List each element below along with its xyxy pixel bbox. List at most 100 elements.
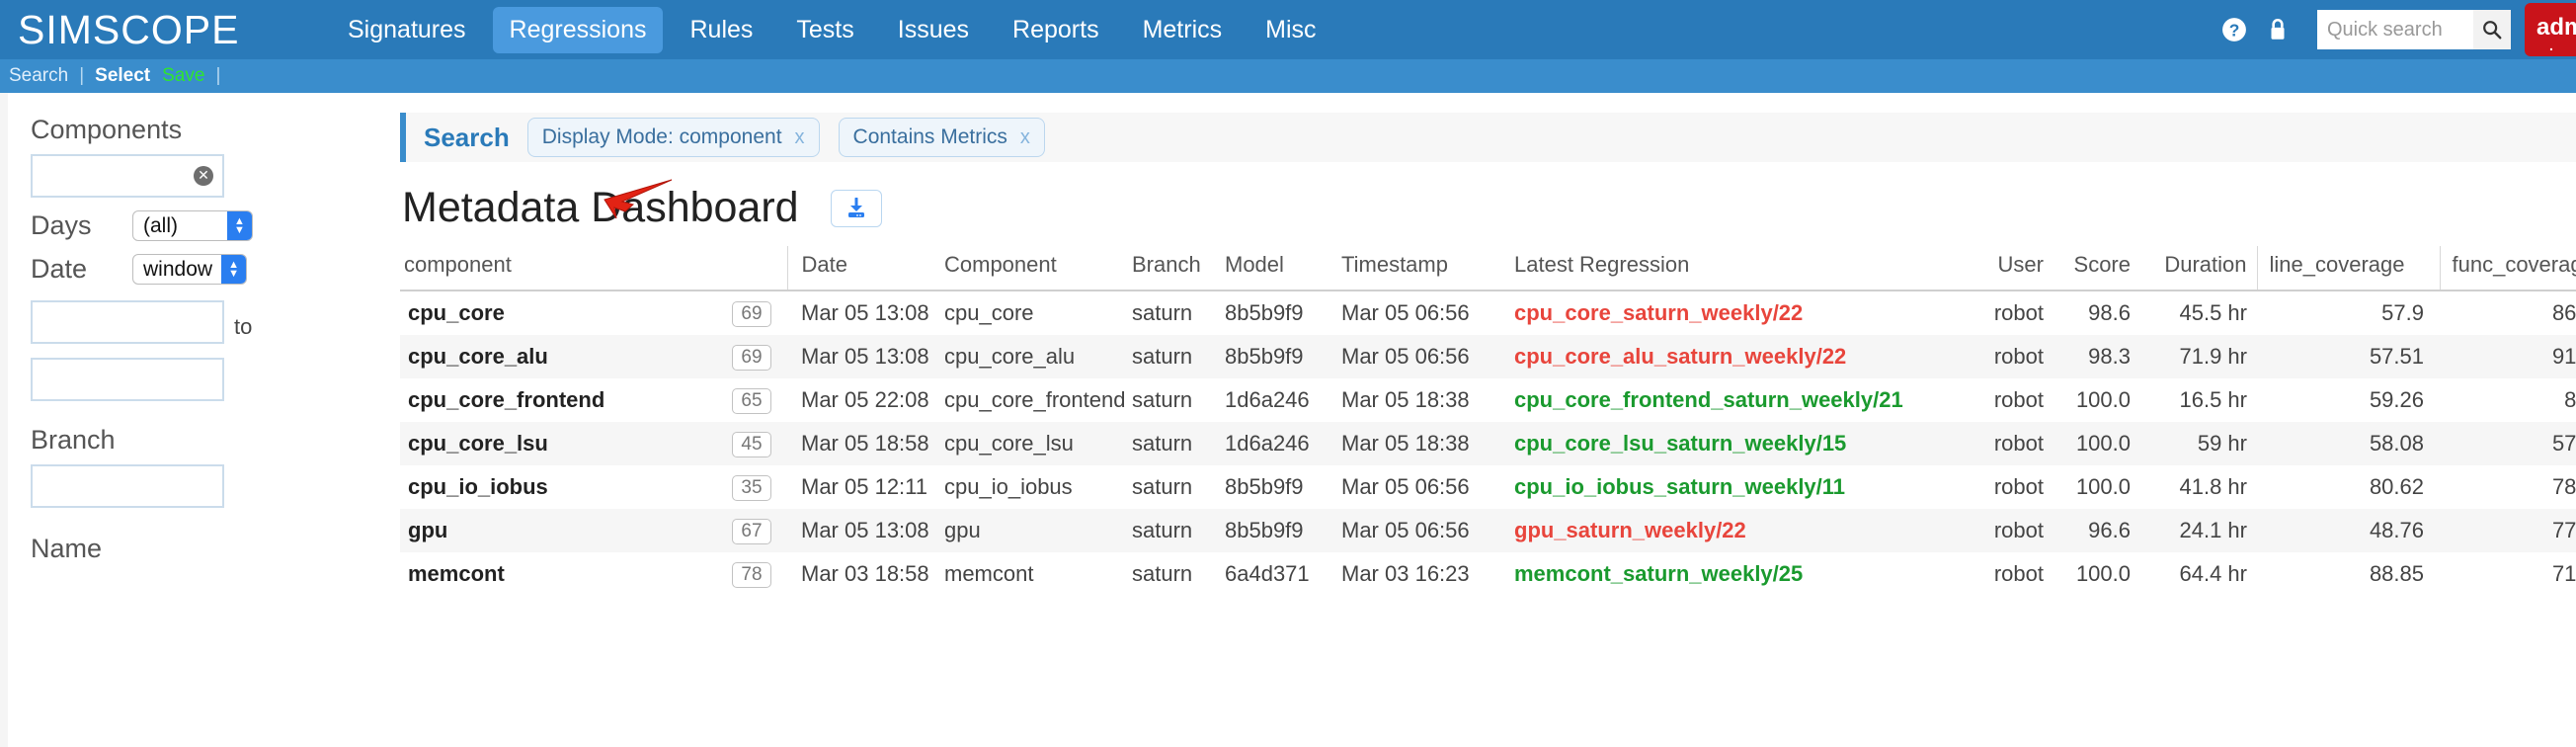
cell-user: robot	[1993, 387, 2044, 412]
date-from-input[interactable]	[31, 300, 224, 344]
components-input[interactable]: ✕	[31, 154, 224, 198]
cell-user: robot	[1993, 344, 2044, 369]
cell-latest-regression-link[interactable]: cpu_core_saturn_weekly/22	[1514, 300, 1803, 325]
date-mode-select[interactable]: window ▲ ▼	[132, 254, 248, 285]
th-func-coverage[interactable]: func_coverage	[2439, 246, 2576, 291]
cell-func-coverage: 81.1	[2564, 387, 2576, 412]
th-timestamp[interactable]: Timestamp	[1337, 246, 1510, 291]
th-component2[interactable]: Component	[940, 246, 1128, 291]
th-line-coverage[interactable]: line_coverage	[2256, 246, 2440, 291]
date-to-input[interactable]	[31, 358, 224, 401]
th-model[interactable]: Model	[1221, 246, 1337, 291]
cell-date: Mar 05 22:08	[801, 387, 929, 412]
download-button[interactable]	[830, 189, 882, 227]
cell-latest-regression-link[interactable]: cpu_core_lsu_saturn_weekly/15	[1514, 431, 1846, 456]
cell-component: memcont	[408, 561, 505, 586]
table-row[interactable]: cpu_core_frontend 65 Mar 05 22:08 cpu_core_…	[400, 378, 2576, 422]
filter-sidebar: Components ✕ Days (all) ▲ ▼ Date window ▲…	[0, 93, 400, 747]
cell-func-coverage: 57.32	[2551, 431, 2576, 456]
date-mode-value: window	[143, 257, 213, 281]
cell-latest-regression-link[interactable]: cpu_core_alu_saturn_weekly/22	[1514, 344, 1846, 369]
svg-text:?: ?	[2229, 21, 2240, 41]
th-count[interactable]	[726, 246, 788, 291]
th-branch[interactable]: Branch	[1128, 246, 1221, 291]
lock-icon[interactable]	[2256, 17, 2299, 42]
th-duration[interactable]: Duration	[2140, 246, 2257, 291]
admin-user-button[interactable]: adm .	[2525, 3, 2576, 56]
subnav-separator-1: |	[79, 65, 85, 86]
nav-item-rules[interactable]: Rules	[673, 7, 769, 53]
cell-line-coverage: 58.08	[2369, 431, 2424, 456]
cell-user: robot	[1993, 518, 2044, 542]
th-latest-regression[interactable]: Latest Regression	[1510, 246, 1965, 291]
th-score[interactable]: Score	[2053, 246, 2140, 291]
question-mark-circle-icon[interactable]: ?	[2213, 17, 2256, 42]
th-component[interactable]: component	[400, 246, 726, 291]
cell-model: 1d6a246	[1225, 431, 1310, 456]
subnav-save[interactable]: Save	[162, 65, 204, 87]
cell-component: cpu_core_lsu	[408, 431, 548, 456]
cell-latest-regression-link[interactable]: gpu_saturn_weekly/22	[1514, 518, 1746, 542]
filter-chip-contains-metrics[interactable]: Contains Metrics x	[838, 118, 1045, 157]
th-date[interactable]: Date	[787, 246, 940, 291]
th-user[interactable]: User	[1965, 246, 2053, 291]
sub-navbar: Search | Select Save |	[0, 59, 2576, 93]
nav-item-reports[interactable]: Reports	[996, 7, 1116, 53]
branch-input[interactable]	[31, 464, 224, 508]
magnifier-icon[interactable]	[2473, 10, 2511, 49]
clear-icon[interactable]: ✕	[194, 166, 213, 186]
quick-search	[2317, 10, 2511, 49]
table-row[interactable]: cpu_io_iobus 35 Mar 05 12:11 cpu_io_iobus sa…	[400, 465, 2576, 509]
nav-item-metrics[interactable]: Metrics	[1126, 7, 1240, 53]
cell-duration: 71.9 hr	[2179, 344, 2248, 369]
cell-score: 98.3	[2088, 344, 2131, 369]
cell-component: cpu_core	[408, 300, 505, 325]
cell-user: robot	[1993, 431, 2044, 456]
table-row[interactable]: gpu 67 Mar 05 13:08 gpu saturn 8b5b9f9 Mar 05 …	[400, 509, 2576, 552]
nav-item-signatures[interactable]: Signatures	[331, 7, 483, 53]
table-row[interactable]: cpu_core_lsu 45 Mar 05 18:58 cpu_core_lsu sa…	[400, 422, 2576, 465]
cell-func-coverage: 77.53	[2551, 518, 2576, 542]
cell-model: 8b5b9f9	[1225, 300, 1304, 325]
download-icon	[847, 197, 864, 217]
cell-score: 100.0	[2075, 561, 2131, 586]
nav-item-misc[interactable]: Misc	[1248, 7, 1332, 53]
date-label: Date	[31, 254, 88, 284]
chip-text: Contains Metrics	[852, 125, 1007, 148]
cell-line-coverage: 59.26	[2369, 387, 2424, 412]
nav-item-regressions[interactable]: Regressions	[492, 6, 664, 53]
cell-duration: 24.1 hr	[2179, 518, 2248, 542]
cell-latest-regression-link[interactable]: cpu_core_frontend_saturn_weekly/21	[1514, 387, 1903, 412]
nav-item-tests[interactable]: Tests	[779, 7, 870, 53]
cell-branch: saturn	[1132, 561, 1193, 586]
subnav-select[interactable]: Select	[95, 65, 150, 87]
cell-timestamp: Mar 05 18:38	[1341, 387, 1470, 412]
cell-func-coverage: 71.48	[2551, 561, 2576, 586]
cell-line-coverage: 80.62	[2369, 474, 2424, 499]
dashboard-title-row: Metadata Dashboard	[400, 162, 2576, 246]
cell-component2: cpu_io_iobus	[944, 474, 1073, 499]
cell-timestamp: Mar 05 06:56	[1341, 518, 1470, 542]
filter-chip-display-mode[interactable]: Display Mode: component x	[526, 118, 820, 157]
brand-logo[interactable]: SIMSCOPE	[0, 7, 326, 53]
chip-close-icon[interactable]: x	[1020, 126, 1030, 149]
cell-func-coverage: 78.82	[2551, 474, 2576, 499]
table-row[interactable]: cpu_core_alu 69 Mar 05 13:08 cpu_core_alu sa…	[400, 335, 2576, 378]
cell-date: Mar 05 12:11	[801, 474, 928, 499]
chip-close-icon[interactable]: x	[795, 126, 805, 149]
date-row: Date window ▲ ▼	[0, 254, 400, 285]
cell-timestamp: Mar 05 06:56	[1341, 344, 1470, 369]
cell-date: Mar 05 13:08	[801, 300, 929, 325]
nav-item-issues[interactable]: Issues	[881, 7, 986, 53]
cell-latest-regression-link[interactable]: memcont_saturn_weekly/25	[1514, 561, 1803, 586]
search-input[interactable]	[2317, 10, 2473, 49]
cell-latest-regression-link[interactable]: cpu_io_iobus_saturn_weekly/11	[1514, 474, 1845, 499]
table-row[interactable]: memcont 78 Mar 03 18:58 memcont saturn 6a4d37…	[400, 552, 2576, 596]
table-row[interactable]: cpu_core 69 Mar 05 13:08 cpu_core saturn 8b5b…	[400, 290, 2576, 335]
cell-model: 6a4d371	[1225, 561, 1310, 586]
cell-line-coverage: 57.51	[2369, 344, 2424, 369]
active-search-bar: Search Display Mode: component x Contain…	[400, 113, 2576, 162]
subnav-search[interactable]: Search	[9, 65, 68, 87]
days-select[interactable]: (all) ▲ ▼	[132, 210, 253, 241]
cell-count-badge: 67	[732, 519, 771, 544]
